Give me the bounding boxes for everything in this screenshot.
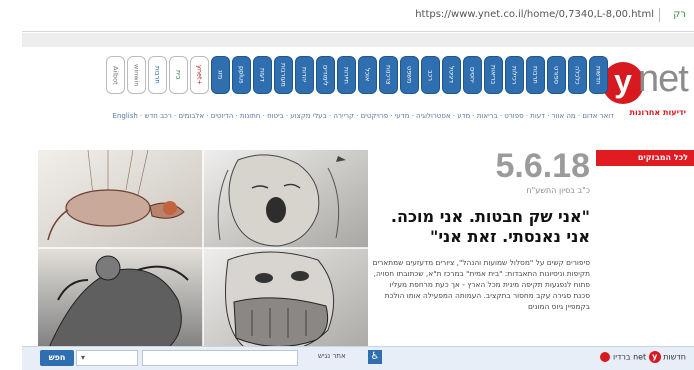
top-band <box>22 33 694 47</box>
article-hebrew-date: כ"ב בסיון התשע"ח <box>526 186 590 195</box>
ynet-logo-tagline: ידיעות אחרונות <box>629 108 686 117</box>
section-tab[interactable]: דיגיטל <box>442 56 461 94</box>
section-tabs: חדשות כלכלה ספורט תרבות רכילות בריאות יחסים דיג… <box>58 56 608 94</box>
url-extra: רק <box>673 9 686 20</box>
accessibility-icon[interactable]: ♿ <box>368 350 382 364</box>
chevron-down-icon: ▾ <box>81 353 86 362</box>
section-tab[interactable]: יחסים <box>463 56 482 94</box>
all-flashes-link[interactable]: לכל המבזקים <box>596 150 694 166</box>
article-headline[interactable]: "אני שק חבטות. אני מוכה. אני נאנסתי. זאת… <box>372 207 590 247</box>
search-button[interactable]: חפש <box>40 350 74 366</box>
bottom-bar: חפש ▾ אתר נגיש ♿ חדשות y net ברדיו <box>22 346 694 370</box>
section-tab[interactable]: משפט <box>400 56 419 94</box>
section-tab[interactable]: ספורט <box>547 56 566 94</box>
sketch-artwork <box>38 149 368 358</box>
section-tab[interactable]: יהדות <box>295 56 314 94</box>
url-divider <box>659 8 660 22</box>
section-tab[interactable]: ynet+ <box>190 56 209 94</box>
article-date: 5.6.18 <box>495 147 590 185</box>
section-tab[interactable]: אוכל <box>358 56 377 94</box>
radio-suffix-label: ברדיו <box>613 352 631 362</box>
section-tab[interactable]: תרבות <box>526 56 545 94</box>
section-tab[interactable]: pplus <box>232 56 251 94</box>
url-text[interactable]: https://www.ynet.co.il/home/0,7340,L-8,0… <box>415 9 654 20</box>
section-tab[interactable]: דעות <box>253 56 272 94</box>
lead-article[interactable]: 5.6.18 כ"ב בסיון התשע"ח "אני שק חבטות. א… <box>372 148 590 362</box>
section-tab[interactable]: רכילות <box>505 56 524 94</box>
ynet-logo[interactable]: y net ידיעות אחרונות <box>600 56 694 122</box>
ynet-small-logo-icon: y <box>648 351 661 363</box>
play-icon <box>600 352 611 362</box>
section-tab[interactable]: חדשות <box>589 56 608 94</box>
section-tab[interactable]: Ailbot <box>106 56 125 94</box>
section-tab[interactable]: צרכנות <box>379 56 398 94</box>
site-header: y net ידיעות אחרונות חדשות כלכלה ספורט תרבו… <box>22 48 694 128</box>
section-tab[interactable]: רכב <box>421 56 440 94</box>
section-tab[interactable]: תיירות <box>337 56 356 94</box>
article-body: סיפורים קשים על "מסלול שמועות והנהל", צי… <box>372 258 590 311</box>
radio-net-label: net <box>633 352 647 362</box>
section-tab[interactable]: כלכלה <box>568 56 587 94</box>
ynet-logo-text: net <box>638 58 689 100</box>
section-tab[interactable]: מזג <box>211 56 230 94</box>
radio-news-label: חדשות <box>663 352 686 362</box>
sub-navigation[interactable]: דואר אדום · מה אוור · דעות · ספורט · ברי… <box>58 112 614 124</box>
section-tab[interactable]: winwin <box>127 56 146 94</box>
section-tab[interactable]: מעורבות <box>274 56 293 94</box>
search-scope-select[interactable]: ▾ <box>76 350 138 366</box>
search-input[interactable] <box>142 350 298 366</box>
section-tab[interactable]: בריאות <box>484 56 503 94</box>
accessibility-label[interactable]: אתר נגיש <box>318 352 346 360</box>
section-tab[interactable]: בית <box>169 56 188 94</box>
main-article-image[interactable] <box>38 149 368 358</box>
radio-news-link[interactable]: חדשות y net ברדיו <box>600 351 686 363</box>
page: https://www.ynet.co.il/home/0,7340,L-8,0… <box>0 0 694 370</box>
section-tab[interactable]: תרבות <box>148 56 167 94</box>
section-tab[interactable]: לימודים <box>316 56 335 94</box>
address-bar[interactable]: https://www.ynet.co.il/home/0,7340,L-8,0… <box>22 0 694 32</box>
